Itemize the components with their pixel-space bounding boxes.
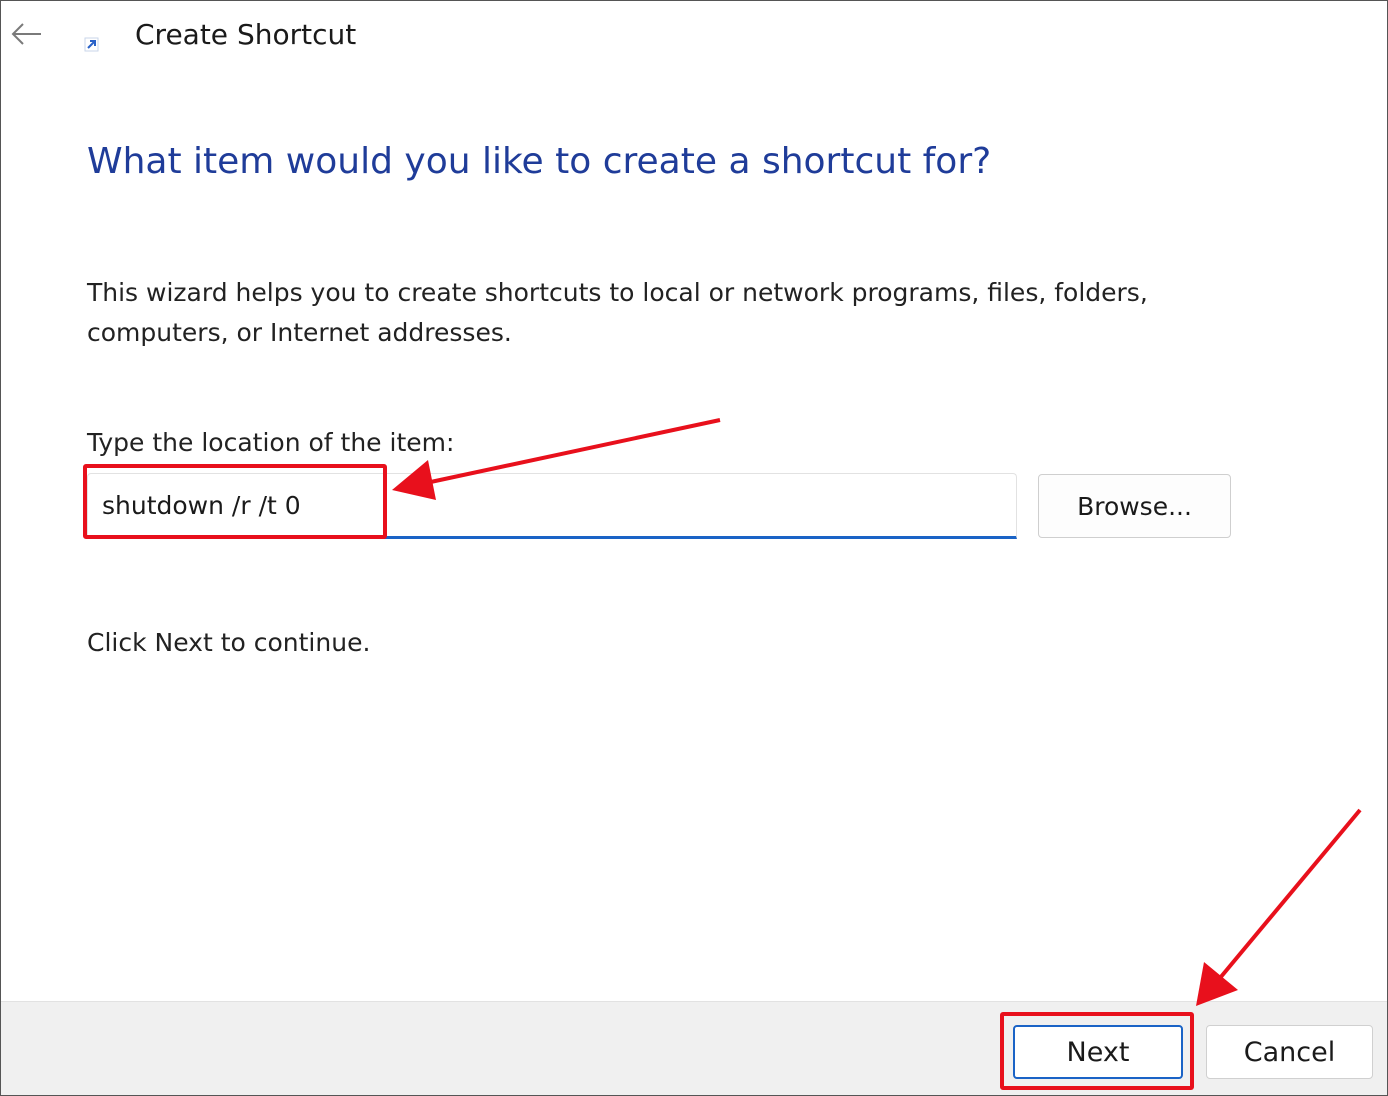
next-button[interactable]: Next	[1013, 1025, 1183, 1079]
location-label: Type the location of the item:	[87, 428, 455, 457]
continue-instruction: Click Next to continue.	[87, 628, 371, 657]
page-heading: What item would you like to create a sho…	[87, 141, 992, 182]
cancel-button[interactable]: Cancel	[1206, 1025, 1373, 1079]
location-input[interactable]	[87, 473, 1017, 539]
wizard-description: This wizard helps you to create shortcut…	[87, 278, 1148, 347]
titlebar: Create Shortcut	[1, 1, 1387, 67]
window-title: Create Shortcut	[135, 18, 357, 51]
back-button[interactable]	[7, 15, 47, 55]
arrow-left-icon	[11, 23, 41, 45]
create-shortcut-window: Create Shortcut What item would you like…	[0, 0, 1388, 1096]
browse-button[interactable]: Browse...	[1038, 474, 1231, 538]
shortcut-arrow-icon	[81, 33, 103, 55]
